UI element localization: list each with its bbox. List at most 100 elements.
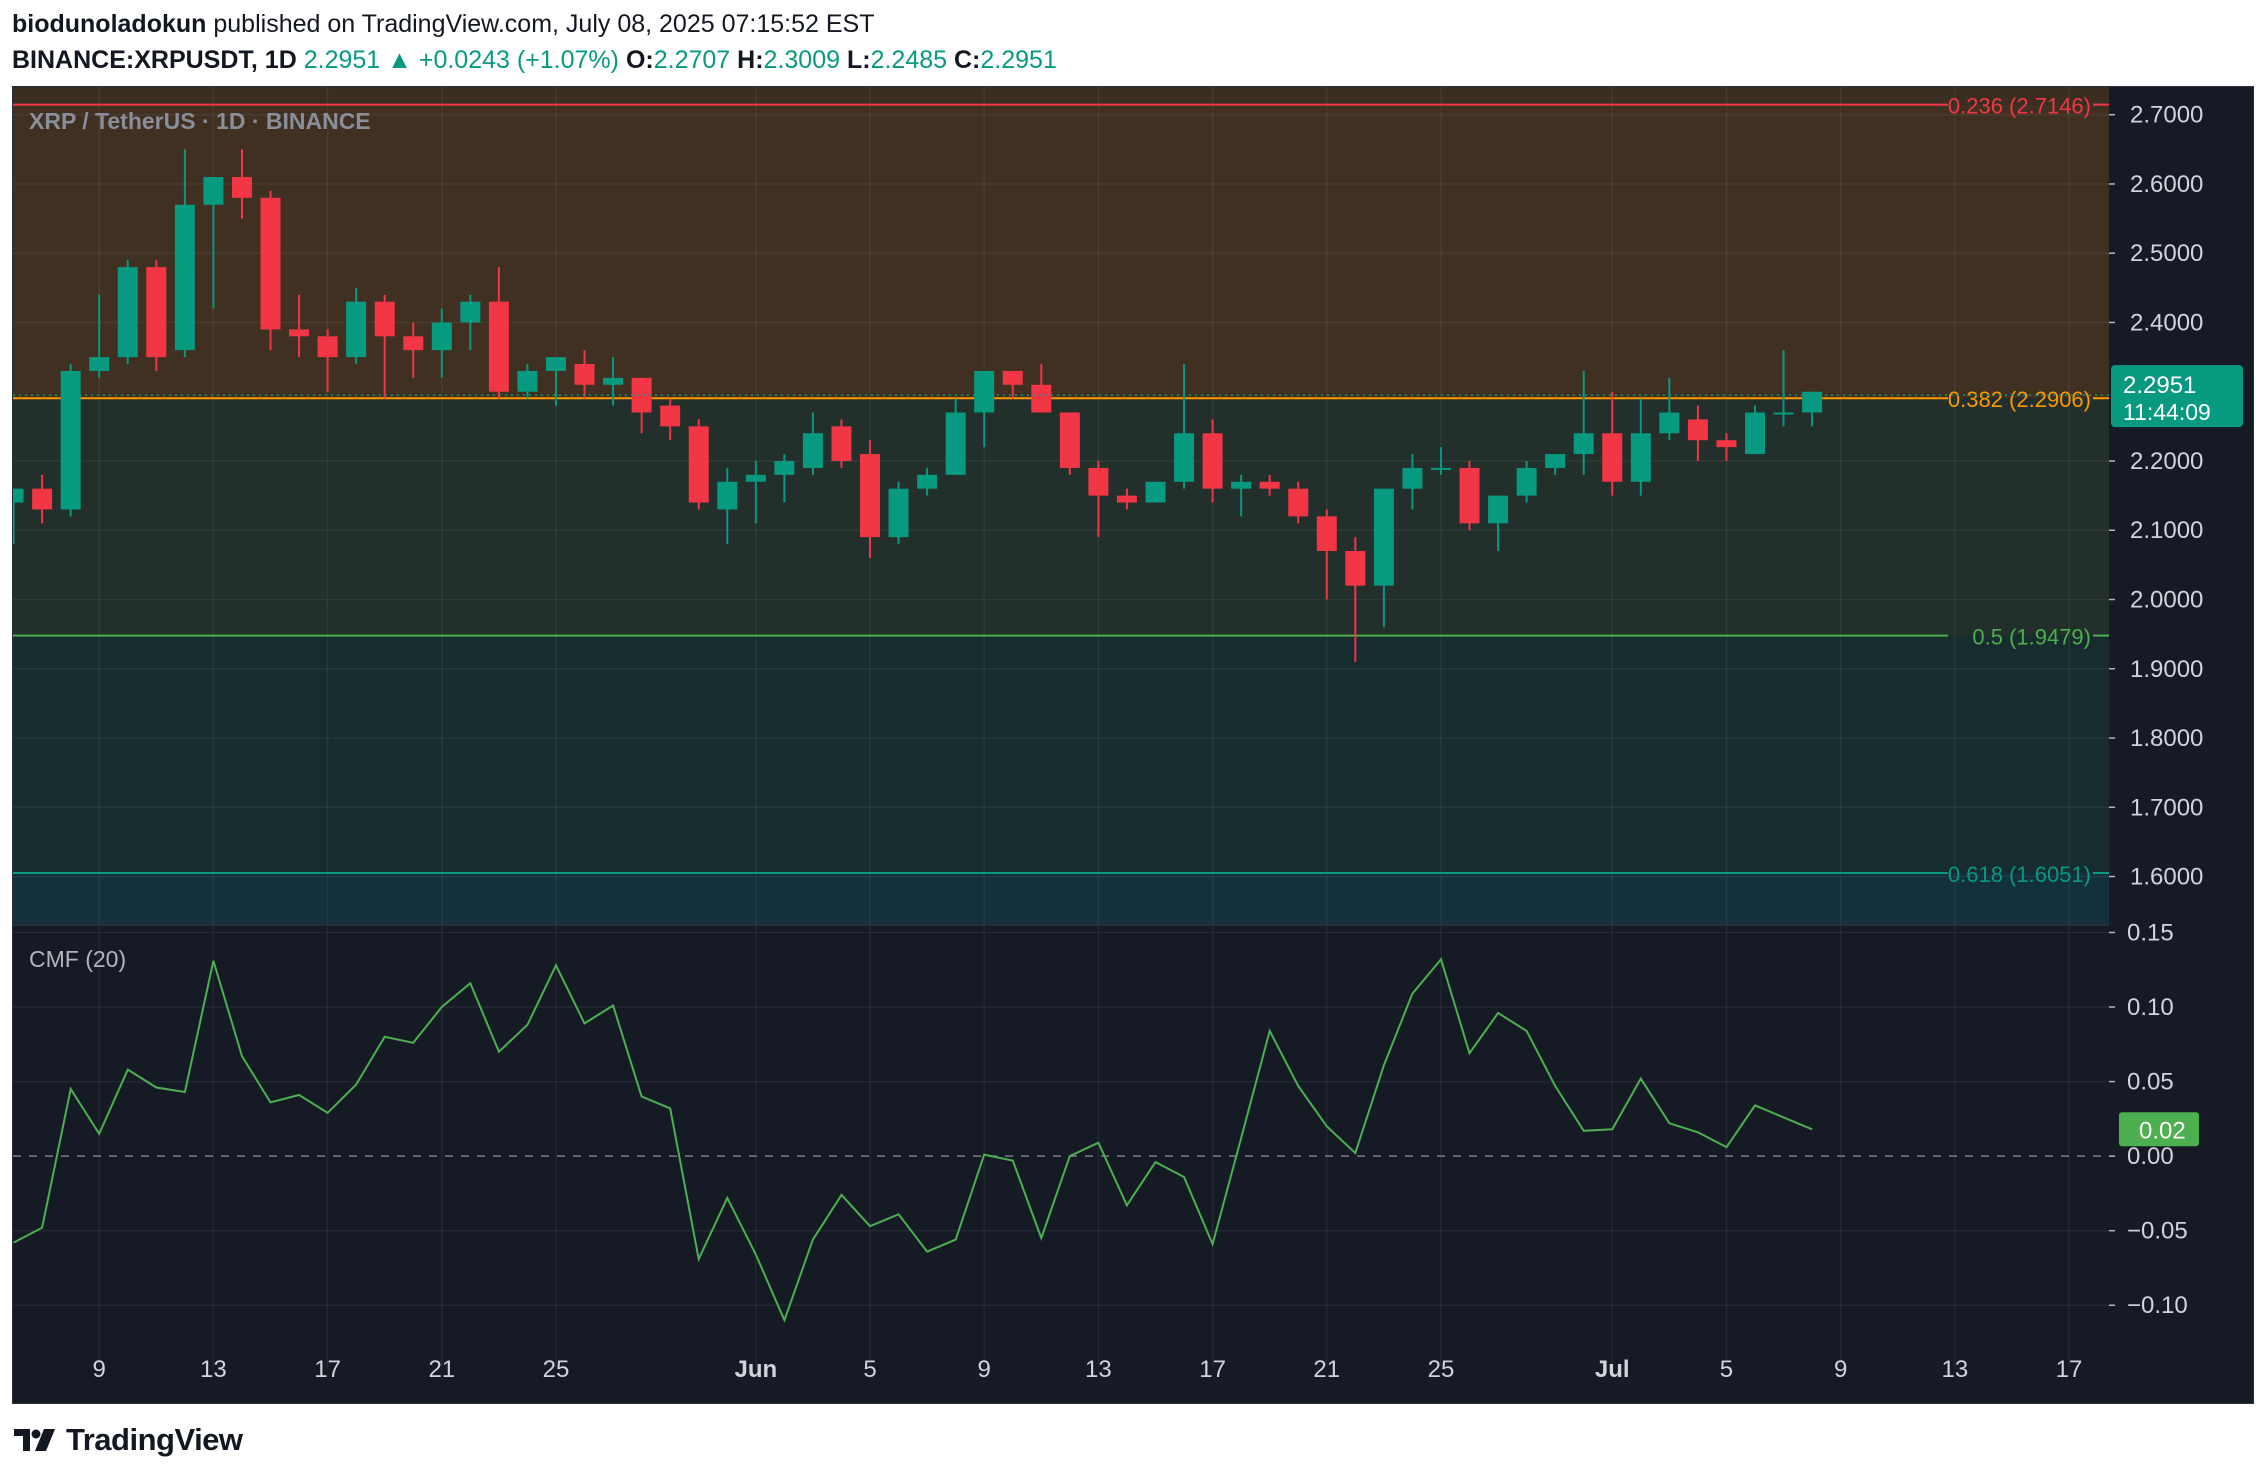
high-value: 2.3009: [763, 46, 841, 74]
candle-up: [117, 267, 138, 358]
candle-down: [260, 197, 281, 330]
published-text: published on TradingView.com, July 08, 2…: [213, 10, 875, 38]
candle-down: [831, 426, 852, 461]
price-pane-title: XRP / TetherUS · 1D · BINANCE: [29, 108, 371, 134]
candle-up: [1573, 433, 1594, 455]
candle-up: [1659, 412, 1680, 434]
x-axis-label: 25: [1428, 1356, 1455, 1383]
candle-up: [603, 377, 624, 385]
x-axis-label: 25: [543, 1356, 570, 1383]
tradingview-logo-text[interactable]: TradingView: [66, 1422, 243, 1458]
countdown-timer: 11:44:09: [2123, 399, 2211, 425]
candle-down: [1202, 433, 1223, 489]
candle-up: [802, 433, 823, 468]
x-axis-label: 9: [978, 1356, 991, 1383]
candle-up: [89, 357, 110, 371]
candle-up: [1373, 488, 1394, 586]
candle-down: [1716, 440, 1737, 448]
candle-down: [231, 177, 252, 198]
candle-down: [1116, 495, 1137, 503]
candle-up: [1145, 481, 1166, 503]
candle-up: [346, 301, 367, 358]
candle-down: [403, 336, 424, 351]
candle-down: [660, 405, 681, 427]
x-axis-label: 13: [1941, 1356, 1968, 1383]
candle-down: [488, 301, 509, 392]
open-label: O:: [625, 46, 654, 74]
candle-up: [431, 322, 452, 351]
candle-down: [374, 301, 395, 337]
candle-up: [917, 474, 938, 489]
candle-down: [860, 454, 881, 538]
candle-down: [631, 377, 652, 413]
high-label: H:: [737, 46, 764, 74]
candle-up: [1516, 467, 1537, 496]
candle-down: [574, 364, 595, 385]
fib-level-label: 0.5 (1.9479): [1972, 625, 2091, 650]
cmf-axis-label: 0.00: [2127, 1143, 2174, 1170]
price-axis-label: 1.7000: [2130, 794, 2203, 821]
price-axis-label: 1.6000: [2130, 864, 2203, 891]
chart-canvas[interactable]: 0.236 (2.7146) 0.382 (2.2906) 0.5 (1.9479)…: [13, 87, 2254, 1404]
x-axis-label: Jul: [1595, 1356, 1630, 1383]
candle-up: [1630, 433, 1651, 482]
close-value: 2.2951: [980, 46, 1057, 74]
candle-down: [1687, 419, 1708, 441]
candle-up: [745, 474, 766, 482]
fib-level-label: 0.236 (2.7146): [1948, 94, 2091, 119]
x-axis-label: 21: [1313, 1356, 1340, 1383]
low-value: 2.2485: [870, 46, 948, 74]
chart-header: biodunoladokun published on TradingView.…: [12, 6, 2252, 86]
footer: TradingView: [12, 1420, 243, 1460]
candle-up: [174, 204, 195, 351]
candle-up: [1545, 454, 1566, 468]
candle-down: [1002, 370, 1023, 385]
candle-up: [774, 460, 795, 475]
candle-up: [1430, 467, 1451, 470]
candle-down: [1259, 481, 1280, 489]
author-name[interactable]: biodunoladokun: [12, 10, 206, 38]
cmf-axis-label: −0.05: [2127, 1218, 2188, 1245]
tradingview-logo-icon[interactable]: [12, 1425, 58, 1455]
candle-up: [1745, 412, 1766, 455]
candle-down: [1031, 384, 1052, 413]
candle-up: [945, 412, 966, 475]
candle-up: [60, 370, 81, 510]
candle-down: [688, 426, 709, 503]
candle-down: [1288, 488, 1309, 517]
candle-down: [1602, 433, 1623, 482]
candle-up: [1402, 467, 1423, 489]
price-axis-label: 2.7000: [2130, 102, 2203, 129]
candle-down: [146, 267, 167, 358]
candle-down: [32, 488, 53, 510]
x-axis-label: 5: [1720, 1356, 1733, 1383]
cmf-axis-label: 0.10: [2127, 994, 2174, 1021]
price-axis-label: 2.4000: [2130, 309, 2203, 336]
x-axis-label: 13: [1085, 1356, 1112, 1383]
candle-up: [1174, 433, 1195, 482]
x-axis-label: Jun: [734, 1356, 777, 1383]
x-axis-label: 17: [1199, 1356, 1226, 1383]
last-price: 2.2951: [303, 46, 381, 74]
candle-up: [545, 357, 566, 371]
up-arrow-icon: ▲: [387, 46, 412, 74]
candle-down: [1345, 551, 1366, 586]
chart-area[interactable]: 0.236 (2.7146) 0.382 (2.2906) 0.5 (1.9479)…: [12, 86, 2254, 1404]
candle-up: [460, 301, 481, 323]
price-axis-label: 1.8000: [2130, 725, 2203, 752]
x-axis-label: 17: [314, 1356, 341, 1383]
price-axis-label: 2.0000: [2130, 586, 2203, 613]
x-axis-label: 13: [200, 1356, 227, 1383]
fib-level-label: 0.618 (1.6051): [1948, 862, 2091, 887]
price-axis-label: 1.9000: [2130, 656, 2203, 683]
fib-level-label: 0.382 (2.2906): [1948, 387, 2091, 412]
x-axis-label: 5: [863, 1356, 876, 1383]
candle-up: [517, 370, 538, 392]
candle-up: [717, 481, 738, 510]
x-axis-label: 21: [428, 1356, 455, 1383]
price-axis-label: 2.6000: [2130, 171, 2203, 198]
open-value: 2.2707: [653, 46, 731, 74]
cmf-pane-title: CMF (20): [29, 946, 126, 972]
cmf-value-badge-text: 0.02: [2139, 1117, 2186, 1144]
price-axis-label: 2.5000: [2130, 240, 2203, 267]
